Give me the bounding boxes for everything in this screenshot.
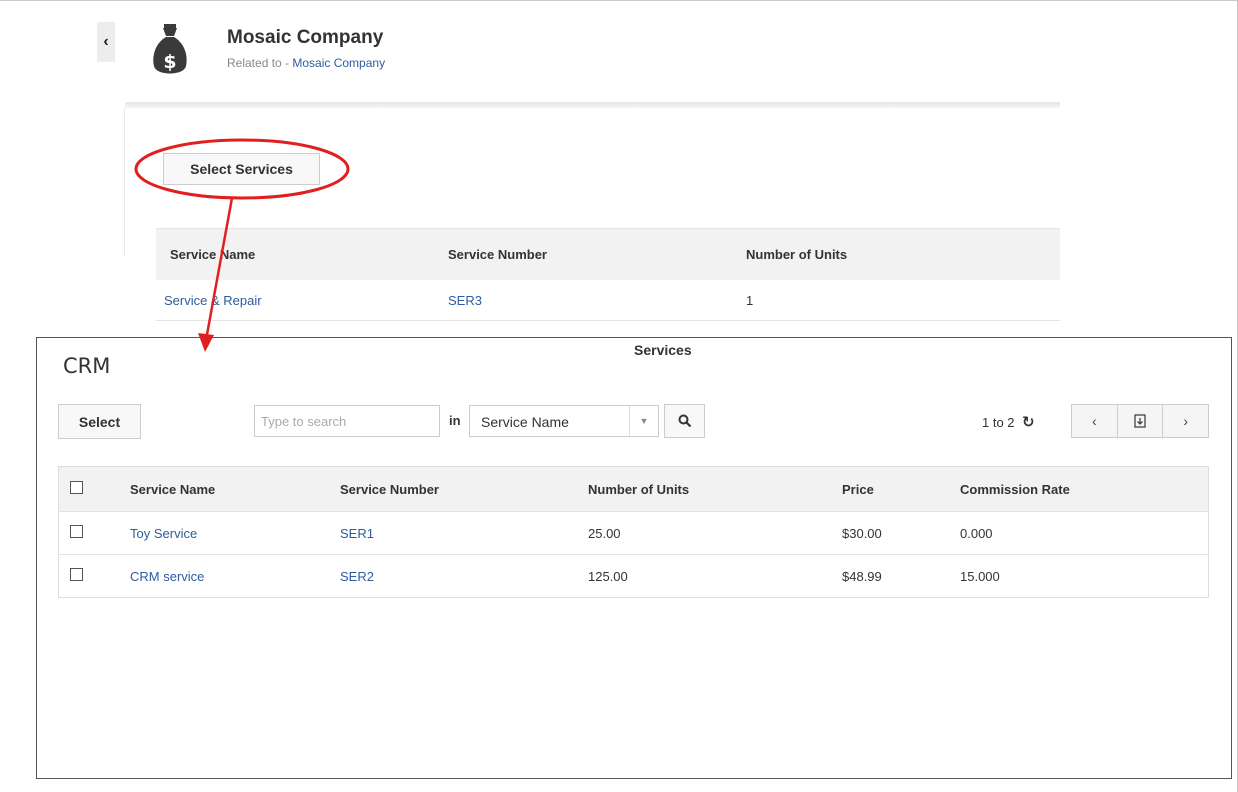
dropdown-arrow-icon[interactable]: ▼ [629,406,658,436]
record-title: Mosaic Company [227,27,384,48]
column-header: Commission Rate [959,466,1209,512]
search-field-select[interactable]: Service Name ▼ [469,405,659,437]
services-table: Service Name Service Number Number of Un… [58,466,1209,598]
column-header: Number of Units [587,466,841,512]
service-number-link[interactable]: SER1 [340,526,374,541]
price-cell: $48.99 [841,554,959,598]
row-checkbox[interactable] [70,568,83,581]
search-icon [678,414,691,428]
column-header: Service Name [129,466,339,512]
related-to: Related to - Mosaic Company [227,56,385,70]
export-icon [1134,414,1146,428]
chevron-right-icon: › [1183,413,1189,429]
column-header: Service Name [156,228,447,280]
related-prefix: Related to - [227,56,293,70]
money-bag-icon: $ [153,24,187,74]
search-button[interactable] [664,404,705,438]
column-header: Service Number [339,466,587,512]
service-name-link[interactable]: Toy Service [130,526,197,541]
pagination: ‹ › [1071,404,1209,438]
panel-top-divider [125,102,1060,108]
service-name-link[interactable]: CRM service [130,569,204,584]
table-row: Toy Service SER1 25.00 $30.00 0.000 [58,511,1209,555]
select-all-checkbox[interactable] [70,481,83,494]
chevron-left-icon: ‹ [103,33,109,50]
units-cell: 1 [745,280,1060,321]
chevron-left-icon: ‹ [1092,413,1097,429]
next-page-button[interactable]: › [1162,405,1208,437]
related-services-table: Service Name Service Number Number of Un… [156,228,1060,321]
column-header: Price [841,466,959,512]
search-input[interactable] [254,405,440,437]
search-field-value: Service Name [481,414,569,430]
select-button[interactable]: Select [58,404,141,439]
refresh-icon[interactable]: ↻ [1022,413,1035,431]
column-header: Service Number [447,228,745,280]
service-name-link[interactable]: Service & Repair [164,293,262,308]
export-button[interactable] [1116,405,1163,437]
table-row: CRM service SER2 125.00 $48.99 15.000 [58,554,1209,598]
service-number-link[interactable]: SER3 [448,293,482,308]
select-services-button[interactable]: Select Services [163,153,320,185]
dialog-title: Services [634,342,692,358]
price-cell: $30.00 [841,511,959,555]
panel-left-divider [124,108,125,256]
units-cell: 125.00 [587,554,841,598]
related-link[interactable]: Mosaic Company [292,56,385,70]
row-checkbox[interactable] [70,525,83,538]
commission-cell: 0.000 [959,511,1209,555]
in-label: in [449,413,461,428]
services-dialog: CRM Services Select in Service Name ▼ 1 … [36,337,1232,779]
record-count: 1 to 2 [982,415,1015,430]
table-row: Service & Repair SER3 1 [156,280,1060,321]
back-button[interactable]: ‹ [97,22,115,62]
crm-logo: CRM [63,354,111,378]
commission-cell: 15.000 [959,554,1209,598]
svg-text:$: $ [163,51,176,73]
prev-page-button[interactable]: ‹ [1072,405,1117,437]
service-number-link[interactable]: SER2 [340,569,374,584]
column-header: Number of Units [745,228,1060,280]
units-cell: 25.00 [587,511,841,555]
